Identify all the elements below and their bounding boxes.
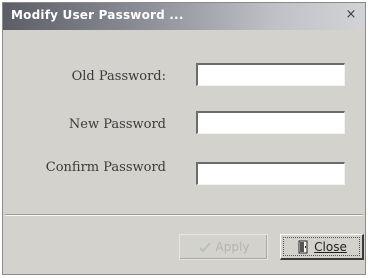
checkmark-icon xyxy=(198,240,212,254)
confirm-password-label: Confirm Password xyxy=(45,160,166,175)
new-password-label: New Password xyxy=(68,117,166,132)
button-separator xyxy=(5,214,363,216)
focus-rectangle xyxy=(283,237,360,256)
old-password-label: Old Password: xyxy=(71,69,166,84)
confirm-password-field[interactable] xyxy=(196,162,345,185)
modify-password-dialog: Modify User Password ... × Old Password:… xyxy=(2,2,366,275)
window-title: Modify User Password ... xyxy=(11,8,184,22)
title-bar[interactable]: Modify User Password ... × xyxy=(3,3,365,30)
apply-button-label: Apply xyxy=(215,240,250,254)
close-window-button[interactable]: × xyxy=(343,7,359,23)
old-password-field[interactable] xyxy=(196,63,345,86)
apply-button[interactable]: Apply xyxy=(179,234,268,260)
close-button[interactable]: Close xyxy=(280,234,364,260)
new-password-field[interactable] xyxy=(196,111,345,134)
